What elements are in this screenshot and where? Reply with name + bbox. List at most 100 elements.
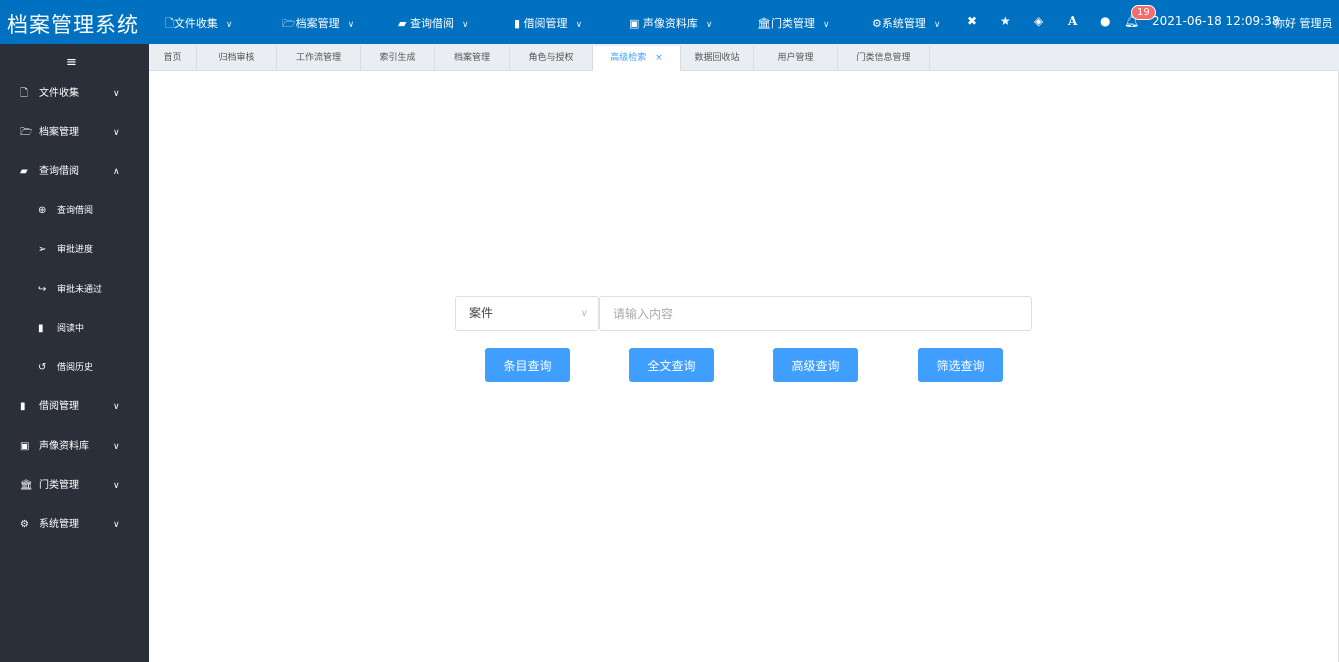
- nav-label: 门类管理: [770, 17, 815, 30]
- nav-label: 查询借阅: [409, 17, 454, 30]
- bank-icon: 🏛: [757, 17, 771, 30]
- nav-label: 文件收集: [173, 17, 218, 30]
- chevron-down-icon: ∨: [347, 20, 355, 30]
- topnav-query[interactable]: ▰ 查询借阅 ∨: [398, 15, 469, 31]
- tab-label: 归档审核: [218, 53, 255, 63]
- top-bar: 档案管理系统 🗋文件收集 ∨ 🗁档案管理 ∨ ▰ 查询借阅 ∨ ▮ 借阅管理 ∨ ▣ 声…: [0, 0, 1339, 44]
- file-pdf-icon: 🗋: [20, 88, 29, 99]
- bookmark-icon: ▮: [38, 323, 44, 334]
- tab-item[interactable]: 角色与授权: [510, 46, 593, 71]
- tab-item[interactable]: 门类信息管理: [838, 46, 930, 71]
- search-input[interactable]: [599, 296, 1032, 331]
- sidebar-item-label: 阅读中: [57, 324, 85, 334]
- sidebar-item[interactable]: ⊕ 查询借阅: [0, 196, 149, 226]
- chevron-down-icon: ∨: [575, 20, 583, 30]
- book-icon: ▰: [398, 17, 410, 30]
- sidebar-item[interactable]: ↪ 审批未通过: [0, 275, 149, 305]
- sidebar-item-label: 声像资料库: [39, 441, 89, 452]
- chevron-down-icon: ∨: [113, 520, 120, 530]
- search-plus-icon: ⊕: [38, 205, 47, 216]
- folder-open-icon: 🗁: [20, 127, 33, 138]
- entry-query-button[interactable]: 条目查询: [485, 348, 570, 382]
- topnav-archive[interactable]: 🗁档案管理 ∨: [282, 15, 354, 34]
- file-pdf-icon: 🗋: [165, 17, 174, 30]
- tab-item[interactable]: 索引生成: [361, 46, 435, 71]
- sidebar-item-label: 审批进度: [57, 245, 94, 255]
- sidebar-item-label: 文件收集: [39, 88, 79, 99]
- tab-label: 用户管理: [777, 53, 814, 63]
- filter-query-button[interactable]: 筛选查询: [918, 348, 1003, 382]
- sidebar-item[interactable]: ▰ 查询借阅 ∧: [0, 157, 149, 187]
- bank-icon: 🏛: [20, 480, 33, 491]
- bookmark-icon: ▮: [514, 17, 524, 30]
- sidebar-item[interactable]: ▮ 阅读中: [0, 314, 149, 344]
- tab-item[interactable]: 归档审核: [197, 46, 277, 71]
- fullscreen-icon[interactable]: ✖: [967, 14, 977, 28]
- share-icon: ↪: [38, 284, 47, 295]
- menu-toggle-icon[interactable]: ≡: [66, 55, 77, 70]
- sidebar-item[interactable]: 🗋 文件收集 ∨: [0, 79, 149, 109]
- tab-item[interactable]: 用户管理: [754, 46, 838, 71]
- datetime: 2021-06-18 12:09:38: [1152, 14, 1280, 28]
- tab-label: 角色与授权: [528, 53, 574, 63]
- chevron-down-icon: ∨: [113, 402, 120, 412]
- diamond-icon[interactable]: ◈: [1034, 14, 1043, 28]
- sidebar: ≡ 🗋 文件收集 ∨ 🗁 档案管理 ∨ ▰ 查询借阅 ∧ ⊕ 查询借阅 ➢ 审批进度 ↪ 审批未通过 ▮ 阅读中…: [0, 44, 149, 662]
- tab-label: 高级检索: [610, 53, 647, 63]
- bookmark-icon: ▮: [20, 401, 26, 412]
- sidebar-item[interactable]: ▣ 声像资料库 ∨: [0, 432, 149, 462]
- font-icon[interactable]: A: [1068, 14, 1077, 28]
- sidebar-item[interactable]: ▮ 借阅管理 ∨: [0, 392, 149, 422]
- chevron-down-icon: ∨: [461, 20, 469, 30]
- tab-label: 门类信息管理: [856, 53, 911, 63]
- sidebar-item-label: 借阅历史: [57, 363, 94, 373]
- sidebar-item-label: 查询借阅: [39, 166, 79, 177]
- sidebar-item[interactable]: 🗁 档案管理 ∨: [0, 118, 149, 148]
- chevron-down-icon: ∨: [580, 308, 588, 319]
- topnav-file-collect[interactable]: 🗋文件收集 ∨: [165, 15, 232, 34]
- tab-item[interactable]: 高级检索 ×: [593, 46, 681, 71]
- app-title: 档案管理系统: [7, 13, 139, 37]
- sidebar-item-label: 查询借阅: [57, 206, 94, 216]
- sidebar-item-label: 档案管理: [39, 127, 79, 138]
- chevron-down-icon: ∨: [933, 20, 941, 30]
- cogs-icon: ⚙: [20, 519, 29, 530]
- file-video-icon: ▣: [20, 441, 30, 452]
- nav-label: 声像资料库: [642, 17, 698, 30]
- tab-label: 首页: [163, 53, 182, 63]
- history-icon: ↺: [38, 362, 47, 373]
- sidebar-item[interactable]: ➢ 审批进度: [0, 235, 149, 265]
- user-icon[interactable]: ●: [1100, 14, 1110, 28]
- search-type-select[interactable]: 案件 ∨: [455, 296, 599, 331]
- select-value: 案件: [469, 306, 494, 320]
- tab-item[interactable]: 工作流管理: [277, 46, 361, 71]
- user-greeting[interactable]: 你好 管理员: [1274, 15, 1333, 31]
- main-content: [149, 71, 1339, 662]
- topnav-system[interactable]: ⚙系统管理 ∨: [872, 15, 940, 31]
- chevron-up-icon: ∧: [113, 167, 120, 177]
- tab-item[interactable]: 数据回收站: [681, 46, 754, 71]
- topnav-borrow[interactable]: ▮ 借阅管理 ∨: [514, 15, 582, 31]
- nav-label: 系统管理: [881, 17, 926, 30]
- topnav-category[interactable]: 🏛门类管理 ∨: [757, 15, 830, 31]
- chevron-down-icon: ∨: [113, 128, 120, 138]
- star-icon[interactable]: ★: [1000, 14, 1011, 28]
- chevron-down-icon: ∨: [113, 481, 120, 491]
- close-icon[interactable]: ×: [655, 53, 663, 63]
- sidebar-item[interactable]: ⚙ 系统管理 ∨: [0, 510, 149, 540]
- chevron-down-icon: ∨: [225, 20, 233, 30]
- topnav-media[interactable]: ▣ 声像资料库 ∨: [629, 15, 712, 31]
- chevron-down-icon: ∨: [113, 442, 120, 452]
- tab-bar: 首页 归档审核 工作流管理 索引生成 档案管理 角色与授权 高级检索 × 数据回收站 用户管理 门…: [149, 44, 1339, 71]
- sidebar-item-label: 审批未通过: [57, 285, 103, 295]
- chevron-down-icon: ∨: [705, 20, 713, 30]
- tab-item[interactable]: 档案管理: [435, 46, 510, 71]
- advanced-query-button[interactable]: 高级查询: [773, 348, 858, 382]
- tab-item[interactable]: 首页: [149, 46, 197, 71]
- sidebar-item[interactable]: 🏛 门类管理 ∨: [0, 471, 149, 501]
- sidebar-item[interactable]: ↺ 借阅历史: [0, 353, 149, 383]
- tab-label: 档案管理: [453, 53, 490, 63]
- fulltext-query-button[interactable]: 全文查询: [629, 348, 714, 382]
- folder-open-icon: 🗁: [282, 17, 296, 30]
- paper-plane-icon: ➢: [38, 244, 47, 255]
